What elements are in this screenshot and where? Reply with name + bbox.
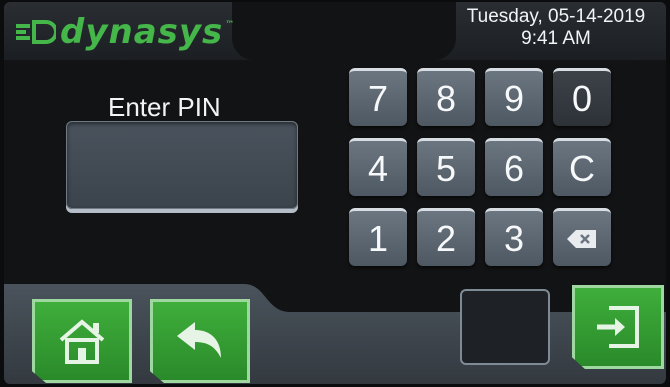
key-4[interactable]: 4 [349, 138, 407, 196]
pin-input[interactable] [66, 121, 298, 209]
backspace-button[interactable] [553, 208, 611, 266]
enter-button[interactable] [572, 285, 664, 369]
keypad: 7 8 9 0 4 5 6 C 1 2 3 [349, 68, 615, 268]
date-text: Tuesday, 05-14-2019 [466, 6, 646, 27]
backspace-icon [567, 229, 596, 248]
back-button[interactable] [150, 299, 250, 383]
key-3[interactable]: 3 [485, 208, 543, 266]
logo-mark-icon [16, 20, 56, 44]
datetime: Tuesday, 05-14-2019 9:41 AM [456, 6, 656, 50]
terminal-screen: dynasys ™ Tuesday, 05-14-2019 9:41 AM En… [4, 2, 666, 384]
key-clear[interactable]: C [553, 138, 611, 196]
trademark-mark: ™ [225, 20, 236, 30]
key-2[interactable]: 2 [417, 208, 475, 266]
key-8[interactable]: 8 [417, 68, 475, 126]
home-button[interactable] [32, 299, 132, 383]
brand-logo: dynasys ™ [16, 12, 235, 52]
back-arrow-icon [177, 322, 221, 358]
key-9[interactable]: 9 [485, 68, 543, 126]
key-6[interactable]: 6 [485, 138, 543, 196]
home-icon [59, 319, 105, 364]
time-text: 9:41 AM [521, 28, 591, 49]
key-1[interactable]: 1 [349, 208, 407, 266]
header-notch [232, 2, 456, 60]
key-5[interactable]: 5 [417, 138, 475, 196]
enter-icon [597, 306, 639, 348]
key-0[interactable]: 0 [553, 68, 611, 126]
pin-label: Enter PIN [108, 92, 221, 122]
blank-button[interactable] [460, 289, 550, 365]
key-7[interactable]: 7 [349, 68, 407, 126]
brand-name: dynasys [60, 12, 224, 52]
